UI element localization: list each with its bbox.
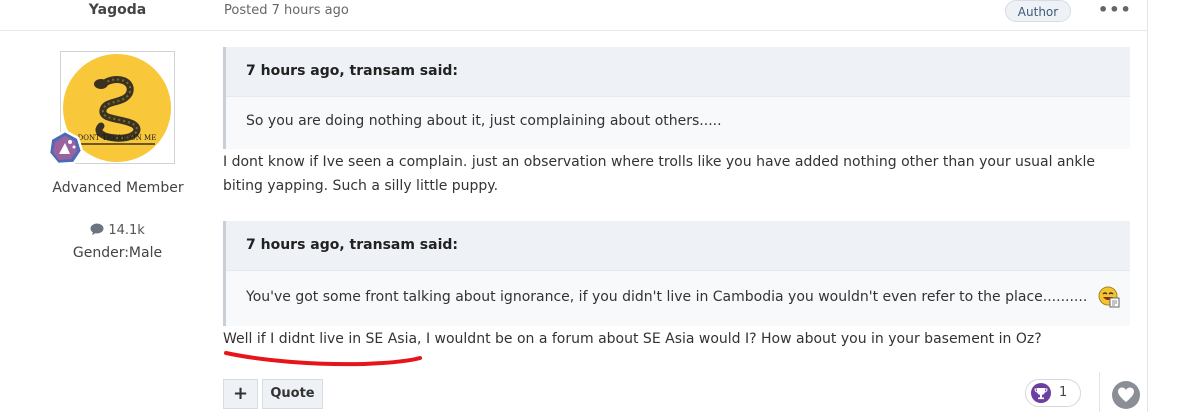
reaction-summary[interactable]: 1: [1025, 379, 1081, 407]
divider: [1099, 372, 1100, 412]
post-count-value: 14.1k: [108, 223, 145, 238]
quote-text: So you are doing nothing about it, just …: [226, 97, 1130, 149]
quote-block: 7 hours ago, transam said: So you are do…: [223, 47, 1130, 149]
member-title: Advanced Member: [52, 180, 184, 196]
laughing-emoji-icon: [1098, 286, 1120, 308]
quote-text: You've got some front talking about igno…: [246, 289, 1088, 305]
more-options-button[interactable]: •••: [1098, 0, 1132, 19]
quote-block: 7 hours ago, transam said: You've got so…: [223, 221, 1130, 326]
comment-icon: [90, 223, 104, 235]
quote-citation[interactable]: 7 hours ago, transam said:: [226, 47, 1130, 97]
red-underline-annotation: [224, 351, 422, 367]
rank-badge-icon: [47, 129, 84, 166]
gender-field: Gender:Male: [72, 245, 163, 261]
quote-body: You've got some front talking about igno…: [226, 271, 1130, 326]
heart-icon[interactable]: [1111, 380, 1141, 410]
posted-time[interactable]: Posted 7 hours ago: [224, 3, 349, 18]
post-header: Yagoda Posted 7 hours ago Author •••: [0, 0, 1147, 31]
author-name-link[interactable]: Yagoda: [60, 2, 175, 18]
quote-citation[interactable]: 7 hours ago, transam said:: [226, 221, 1130, 271]
reaction-count: 1: [1059, 385, 1068, 400]
author-badge: Author: [1005, 0, 1071, 22]
multiquote-add-button[interactable]: +: [223, 379, 258, 409]
reply-text: I dont know if Ive seen a complain. just…: [223, 154, 1096, 194]
quote-button[interactable]: Quote: [262, 379, 323, 409]
forum-post: Yagoda Posted 7 hours ago Author ••• DON…: [0, 0, 1148, 412]
trophy-icon: [1031, 383, 1051, 403]
post-count: 14.1k: [60, 223, 175, 238]
